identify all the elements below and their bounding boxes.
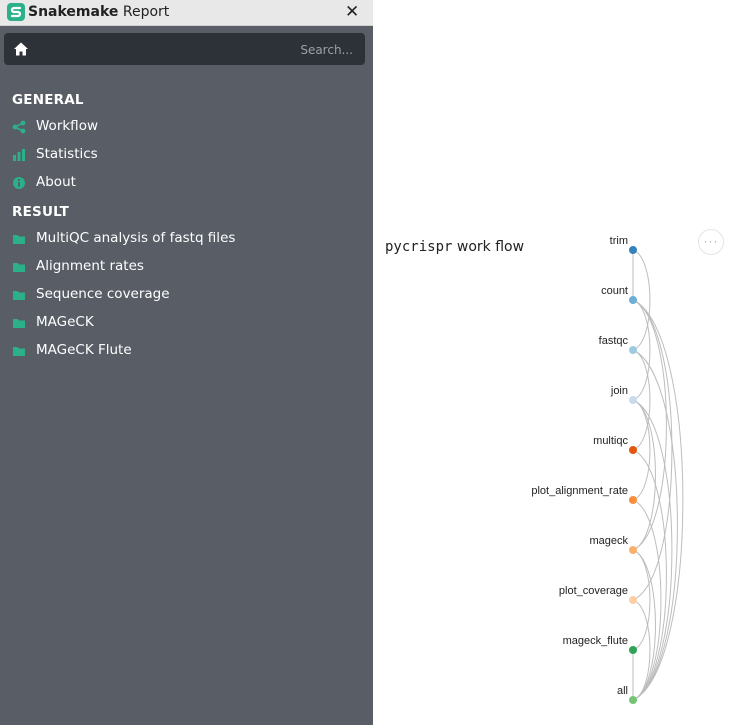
- workflow-node-count[interactable]: [629, 296, 637, 304]
- sidebar-item-mageck-flute[interactable]: MAGeCK Flute: [12, 340, 362, 362]
- workflow-node-multiqc[interactable]: [629, 446, 637, 454]
- section-heading-general: GENERAL: [12, 92, 84, 108]
- workflow-node-label: all: [617, 685, 628, 697]
- workflow-node-label: trim: [610, 235, 628, 247]
- search-bar: [4, 33, 365, 65]
- sidebar-item-label: Sequence coverage: [36, 286, 170, 302]
- workflow-title: pycrispr work flow: [385, 239, 524, 255]
- workflow-title-name: pycrispr: [385, 239, 453, 255]
- close-sidebar-button[interactable]: ✕: [345, 2, 359, 22]
- share-icon: [12, 120, 26, 134]
- sidebar-item-label: MAGeCK: [36, 314, 94, 330]
- workflow-node-all[interactable]: [629, 696, 637, 704]
- sidebar-item-multiqc[interactable]: MultiQC analysis of fastq files: [12, 228, 362, 250]
- sidebar-item-mageck[interactable]: MAGeCK: [12, 312, 362, 334]
- sidebar-item-workflow[interactable]: Workflow: [12, 116, 362, 138]
- workflow-node-label: plot_alignment_rate: [531, 485, 628, 497]
- app-title-light: Report: [122, 4, 170, 20]
- workflow-title-rest: work flow: [456, 239, 525, 255]
- workflow-node-mageck[interactable]: [629, 546, 637, 554]
- app-title-bold: Snakemake: [28, 4, 119, 20]
- folder-icon: [13, 291, 25, 300]
- sidebar-item-label: Workflow: [36, 118, 98, 134]
- sidebar-item-label: MultiQC analysis of fastq files: [36, 230, 236, 246]
- info-icon: [13, 177, 25, 189]
- bar-chart-icon: [13, 149, 25, 161]
- workflow-node-join[interactable]: [629, 396, 637, 404]
- sidebar-item-label: About: [36, 174, 76, 190]
- workflow-node-label: count: [601, 285, 628, 297]
- sidebar-item-label: MAGeCK Flute: [36, 342, 132, 358]
- main-content: trim count fastqc join multiqc plot_alignment…: [373, 0, 732, 725]
- workflow-node-trim[interactable]: [629, 246, 637, 254]
- sidebar-item-sequence-coverage[interactable]: Sequence coverage: [12, 284, 362, 306]
- workflow-edge: [632, 349, 678, 701]
- workflow-edges: [632, 249, 684, 701]
- workflow-node-label: plot_coverage: [559, 585, 628, 597]
- workflow-node-label: mageck: [589, 535, 628, 547]
- workflow-node-plot-alignment-rate[interactable]: [629, 496, 637, 504]
- workflow-dag: trim count fastqc join multiqc plot_alignment…: [531, 235, 684, 704]
- workflow-node-label: fastqc: [599, 335, 629, 347]
- workflow-node-fastqc[interactable]: [629, 346, 637, 354]
- workflow-node-plot-coverage[interactable]: [629, 596, 637, 604]
- more-options-button[interactable]: ···: [698, 229, 724, 255]
- folder-icon: [13, 347, 25, 356]
- workflow-node-mageck-flute[interactable]: [629, 646, 637, 654]
- search-input[interactable]: [151, 39, 355, 61]
- home-icon[interactable]: [13, 41, 29, 57]
- folder-icon: [13, 263, 25, 272]
- snakemake-logo-icon: [7, 3, 25, 21]
- workflow-node-label: multiqc: [593, 435, 628, 447]
- sidebar-item-label: Statistics: [36, 146, 98, 162]
- sidebar-item-alignment-rates[interactable]: Alignment rates: [12, 256, 362, 278]
- sidebar-item-about[interactable]: About: [12, 172, 362, 194]
- folder-icon: [13, 235, 25, 244]
- sidebar-item-label: Alignment rates: [36, 258, 144, 274]
- sidebar: Snakemake Report ✕ GENERAL Workflow Stat…: [0, 0, 373, 725]
- workflow-edge: [632, 299, 684, 701]
- workflow-node-label: join: [610, 385, 628, 397]
- workflow-node-label: mageck_flute: [563, 635, 628, 647]
- sidebar-item-statistics[interactable]: Statistics: [12, 144, 362, 166]
- report-titlebar: Snakemake Report ✕: [0, 0, 373, 26]
- app-title: Snakemake Report: [28, 3, 169, 21]
- folder-icon: [13, 319, 25, 328]
- section-heading-result: RESULT: [12, 204, 70, 220]
